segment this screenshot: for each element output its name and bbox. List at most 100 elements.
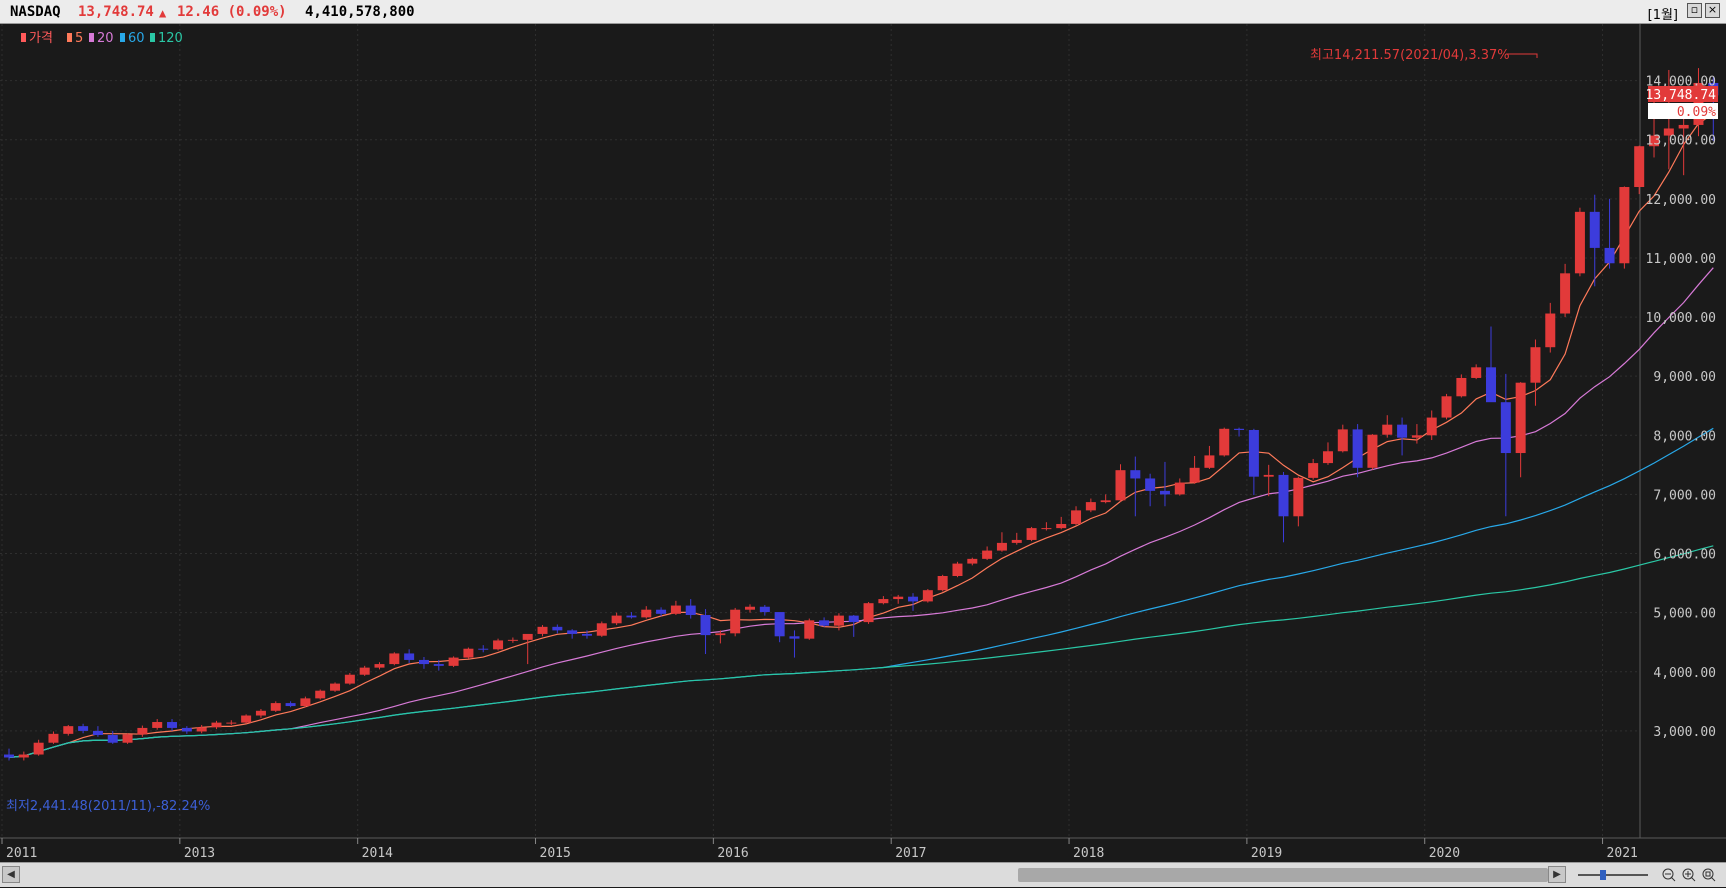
candle-body	[641, 609, 652, 618]
scroll-right-arrow[interactable]: ▶	[1548, 866, 1566, 883]
legend-swatch-ma60	[120, 33, 125, 42]
candle-body	[1515, 382, 1526, 454]
candle-body	[359, 667, 370, 675]
candle-body	[745, 606, 755, 610]
x-tick-label: 2015	[540, 846, 571, 861]
candle-body	[1145, 478, 1156, 491]
candle-body	[1322, 451, 1333, 464]
candle-body	[1456, 377, 1467, 397]
candle-body	[433, 664, 444, 666]
zoom-slider-handle[interactable]	[1600, 870, 1606, 880]
candle-body	[1426, 417, 1437, 436]
zoom-tools	[1574, 866, 1724, 884]
y-tick-label: 5,000.00	[1653, 607, 1716, 622]
restore-window-button[interactable]: ▫	[1687, 3, 1702, 18]
candle-body	[1100, 500, 1111, 503]
y-tick-label: 8,000.00	[1653, 429, 1716, 444]
x-tick-label: 2019	[1251, 846, 1282, 861]
candle-body	[1441, 396, 1452, 418]
candle-body	[1189, 467, 1200, 483]
candle-body	[137, 727, 148, 735]
x-tick-label: 2017	[895, 846, 926, 861]
candle-body	[1367, 434, 1378, 468]
x-tick-label: 2020	[1429, 846, 1460, 861]
zoom-reset-icon[interactable]	[1702, 868, 1716, 882]
scroll-thumb[interactable]	[1018, 868, 1548, 882]
candle-body	[167, 722, 178, 728]
legend-ma5: 5	[75, 31, 83, 46]
y-tick-label: 13,000.00	[1646, 134, 1716, 149]
scroll-left-arrow[interactable]: ◀	[2, 866, 20, 883]
zoom-out-icon[interactable]	[1662, 868, 1676, 882]
candle-body	[1337, 429, 1348, 452]
candlestick-chart[interactable]: 3,000.00 4,000.00 5,000.00 6,000.00 7,000.00…	[0, 24, 1726, 862]
title-bar: NASDAQ 13,748.74 ▲ 12.46 (0.09%) 4,410,5…	[0, 0, 1726, 24]
candle-body	[819, 620, 830, 626]
x-axis: 2011 2013 2014 2015 2016 2017 2018 2019 2020 2021	[1, 838, 1638, 861]
candle-body	[255, 710, 266, 716]
candle-body	[1041, 528, 1052, 530]
candle-body	[656, 609, 667, 614]
candle-body	[522, 633, 533, 640]
legend-ma120: 120	[158, 31, 183, 46]
candle-body	[700, 615, 711, 636]
candle-body	[1174, 482, 1185, 495]
candle-body	[670, 605, 681, 614]
legend-ma60: 60	[128, 31, 145, 46]
candle-body	[626, 615, 637, 618]
candle-body	[1056, 523, 1067, 529]
candle-body	[685, 605, 696, 616]
candle-body	[1159, 490, 1170, 495]
candle-body	[1071, 510, 1082, 524]
candle-body	[863, 603, 874, 623]
candle-body	[1085, 502, 1096, 511]
candle-body	[537, 626, 548, 634]
candle-body	[1545, 313, 1556, 348]
candle-body	[730, 609, 741, 634]
zoom-in-icon[interactable]	[1682, 868, 1696, 882]
candle-body	[1293, 477, 1304, 517]
candle-body	[1634, 146, 1645, 188]
price-tag-pct: 0.09%	[1677, 105, 1716, 120]
candle-body	[463, 648, 474, 658]
candle-body	[996, 542, 1007, 551]
candle-body	[404, 653, 415, 660]
candle-body	[493, 640, 504, 650]
y-tick-label: 3,000.00	[1653, 725, 1716, 740]
change-up-icon: ▲	[159, 6, 167, 20]
candle-body	[18, 754, 29, 758]
min-annotation: 최저2,441.48(2011/11),-82.24%	[6, 799, 210, 814]
legend-ma20: 20	[97, 31, 114, 46]
legend-price: 가격	[29, 31, 53, 46]
candle-body	[374, 664, 385, 668]
period-selector[interactable]: [1월]	[1648, 4, 1678, 23]
candle-body	[1115, 470, 1126, 501]
y-tick-label: 9,000.00	[1653, 370, 1716, 385]
candle-body	[1011, 539, 1022, 543]
candle-body	[1130, 470, 1141, 479]
x-tick-label: 2014	[362, 846, 393, 861]
close-window-button[interactable]: ×	[1705, 3, 1720, 18]
candle-body	[211, 722, 222, 728]
candle-body	[908, 596, 919, 602]
horizontal-scrollbar[interactable]: ◀ ▶	[0, 862, 1726, 887]
x-tick-label: 2013	[184, 846, 215, 861]
candle-body	[1530, 347, 1541, 383]
candle-body	[1500, 402, 1511, 454]
candle-body	[1308, 463, 1319, 478]
candle-body	[270, 703, 281, 711]
y-tick-label: 4,000.00	[1653, 666, 1716, 681]
candle-body	[581, 633, 592, 636]
candle-body	[967, 558, 978, 564]
candle-body	[1560, 273, 1571, 314]
candle-body	[448, 657, 459, 666]
candle-body	[122, 734, 133, 743]
candle-body	[63, 726, 74, 734]
volume-value: 4,410,578,800	[305, 4, 415, 20]
candle-body	[878, 599, 889, 604]
candle-body	[789, 636, 800, 639]
candle-body	[552, 626, 563, 631]
candle-body	[611, 615, 622, 624]
candle-body	[1486, 367, 1496, 403]
candle-body	[1382, 424, 1393, 435]
